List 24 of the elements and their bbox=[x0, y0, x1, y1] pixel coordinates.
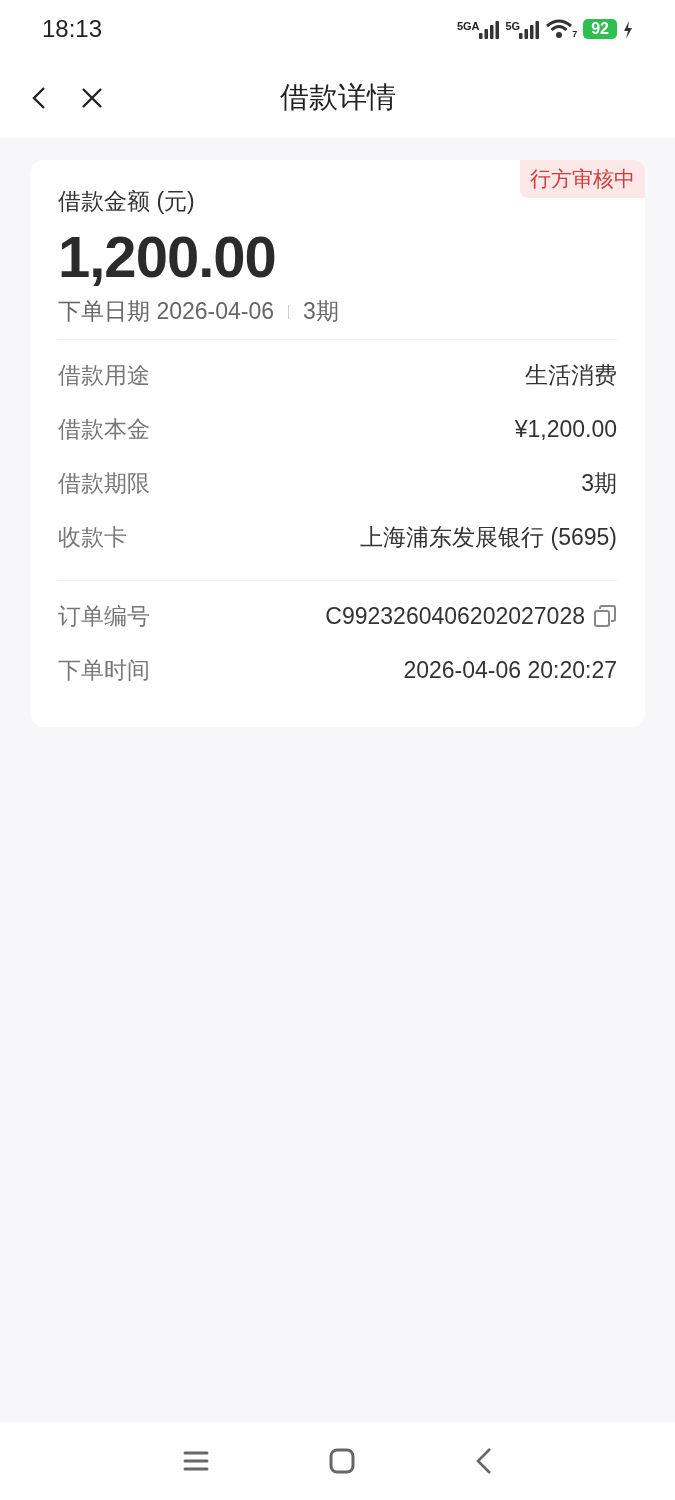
field-label: 收款卡 bbox=[58, 522, 127, 552]
field-value: 3期 bbox=[581, 468, 617, 498]
field-value: ¥1,200.00 bbox=[514, 415, 617, 443]
close-icon[interactable] bbox=[80, 86, 104, 110]
home-icon[interactable] bbox=[328, 1448, 355, 1474]
field-label: 借款用途 bbox=[58, 360, 150, 390]
field-value: 2026-04-06 20:20:27 bbox=[403, 656, 617, 684]
battery-level: 92 bbox=[583, 19, 617, 39]
field-value: C9923260406202027028 bbox=[325, 602, 585, 630]
status-badge: 行方审核中 bbox=[520, 160, 645, 198]
loan-term: 3期 bbox=[303, 297, 339, 326]
menu-icon[interactable] bbox=[182, 1450, 209, 1472]
copy-icon[interactable] bbox=[593, 604, 617, 628]
field-value: 上海浦东发展银行 (5695) bbox=[360, 522, 617, 552]
loan-amount: 1,200.00 bbox=[58, 223, 277, 290]
field-label: 下单时间 bbox=[58, 655, 150, 685]
page-title: 借款详情 bbox=[279, 80, 396, 115]
field-label: 借款本金 bbox=[58, 414, 150, 444]
order-date: 下单日期 2026-04-06 bbox=[58, 297, 275, 326]
field-label: 订单编号 bbox=[58, 601, 150, 631]
field-value: 生活消费 bbox=[525, 360, 617, 390]
field-label: 借款期限 bbox=[58, 468, 150, 498]
status-time: 18:13 bbox=[42, 15, 103, 43]
amount-label: 借款金额 (元) bbox=[58, 187, 196, 216]
